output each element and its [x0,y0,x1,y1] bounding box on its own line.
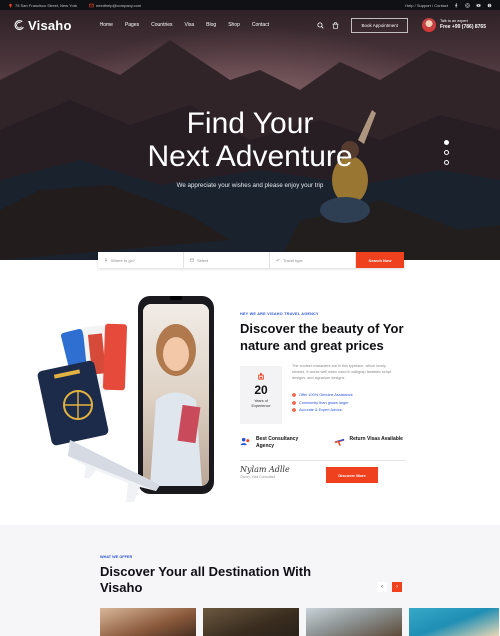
about-title: Discover the beauty of Yor nature and gr… [240,321,404,353]
slider-dot-3[interactable] [444,160,449,165]
type-placeholder: Travel type [283,257,303,263]
date-placeholder: Select [197,257,209,263]
trip-search-bar: Where to go? Select Travel type Search N… [98,252,404,268]
search-now-button[interactable]: Search Now [356,252,404,268]
slider-dot-1[interactable] [444,140,449,145]
destinations-eyebrow: WHAT WE OFFER [100,555,133,559]
nav-menu: Home Pages Countries Visa Blog Shop Cont… [100,22,270,28]
feature-highlights: Best Consultancy Agency Return Visas Ava… [240,436,405,450]
landmark-icon [258,372,264,380]
feature-return-visas: Return Visas Available [334,436,406,450]
talk-text: Talk to an expert Free +99 (786) 8765 [440,19,486,30]
divider [240,460,406,461]
prev-arrow-button[interactable]: ‹ [377,582,387,592]
stat-label: Years of Experience [251,399,271,409]
main-nav: Visaho Home Pages Countries Visa Blog Sh… [0,10,500,40]
plane-ticket-icon [334,438,344,446]
plane-icon [276,259,280,262]
where-placeholder: Where to go? [111,257,136,263]
hero-subtitle: We appreciate your wishes and please enj… [176,182,324,189]
slider-dot-2[interactable] [444,150,449,155]
location-icon [9,3,12,8]
destination-card[interactable] [409,608,499,636]
signature-block: Nylam Adlle Owner, Visa Consultant [240,465,290,479]
destinations-title: Discover Your all Destination With Visah… [100,564,312,595]
nav-item-shop[interactable]: Shop [228,22,240,28]
where-field[interactable]: Where to go? [98,252,184,268]
nav-item-home[interactable]: Home [100,22,113,28]
date-field[interactable]: Select [184,252,270,268]
check-icon [292,393,296,397]
slider-dots [444,140,449,165]
destination-card[interactable] [100,608,196,636]
feature2-text: Return Visas Available [349,436,403,442]
hero-title-line1: Find Your [186,107,314,140]
nav-item-contact[interactable]: Contact [252,22,269,28]
address-text: 75 San Francisco Street, New York [15,2,78,8]
signature: Nylam Adlle [240,465,290,474]
about-eyebrow: HEY WE ARE VISAHO TRAVEL AGENCY [240,312,319,316]
feature-consultancy: Best Consultancy Agency [240,436,312,450]
feature1-text: Best Consultancy Agency [256,436,299,449]
logo[interactable]: Visaho [14,18,72,33]
phone-number: Free +99 (786) 8765 [439,24,486,31]
talk-to-expert[interactable]: Talk to an expert Free +99 (786) 8765 [421,18,486,32]
checklist-text: Accurate & Expert Advice [299,408,342,412]
mail-icon [89,3,94,7]
address-item: 75 San Francisco Street, New York [8,3,77,8]
email-text[interactable]: needhelp@company.com [96,3,141,8]
destination-card[interactable] [306,608,402,636]
carousel-arrows: ‹ › [377,582,402,592]
phone-passport-illustration [37,296,214,502]
nav-item-visa[interactable]: Visa [185,22,195,28]
expert-avatar [421,18,436,32]
experience-stat: 20 Years of Experience [240,366,282,424]
facebook-icon[interactable] [454,3,459,8]
stat-number: 20 [254,383,268,397]
destination-card[interactable] [203,608,299,636]
logo-text: Visaho [28,17,72,33]
feature-checklist: Offer 100% Genuine Assistance Community … [292,393,353,412]
nav-icons [317,21,339,29]
search-icon[interactable] [317,21,325,29]
signature-caption: Owner, Visa Consultant [240,475,276,479]
consultancy-icon [240,437,250,446]
nav-item-countries[interactable]: Countries [151,22,172,28]
pinterest-icon[interactable] [487,3,492,8]
checklist-text: Offer 100% Genuine Assistance [299,393,353,397]
checklist-item: Accurate & Expert Advice [292,408,353,412]
email-item[interactable]: needhelp@company.com [89,3,141,8]
travel-type-field[interactable]: Travel type [270,252,356,268]
discover-more-button[interactable]: Discover More [326,467,378,483]
book-appointment-button[interactable]: Book Appointment [351,17,408,33]
checklist-item: Offer 100% Genuine Assistance [292,393,353,397]
hero-title-line2: Next Adventure [147,140,353,173]
checklist-text: Community than grows larger [299,400,349,405]
youtube-icon[interactable] [476,3,481,8]
cart-icon[interactable] [332,21,339,29]
hero-title: Find Your Next Adventure [0,107,500,173]
destination-cards [100,608,499,636]
about-description: The coolest characters are in this typef… [292,364,391,380]
location-icon [104,258,108,262]
nav-item-pages[interactable]: Pages [125,22,139,28]
nav-item-blog[interactable]: Blog [206,22,216,28]
help-links[interactable]: Help / Support / Contact [405,3,448,8]
top-bar: 75 San Francisco Street, New York needhe… [0,0,500,10]
check-icon [292,408,296,412]
top-bar-right: Help / Support / Contact [405,3,492,8]
next-arrow-button[interactable]: › [392,582,402,592]
checklist-item: Community than grows larger [292,401,353,405]
check-icon [292,400,296,405]
instagram-icon[interactable] [465,3,470,8]
logo-mark-icon [14,19,24,30]
page: 75 San Francisco Street, New York needhe… [0,0,500,636]
calendar-icon [190,258,194,262]
